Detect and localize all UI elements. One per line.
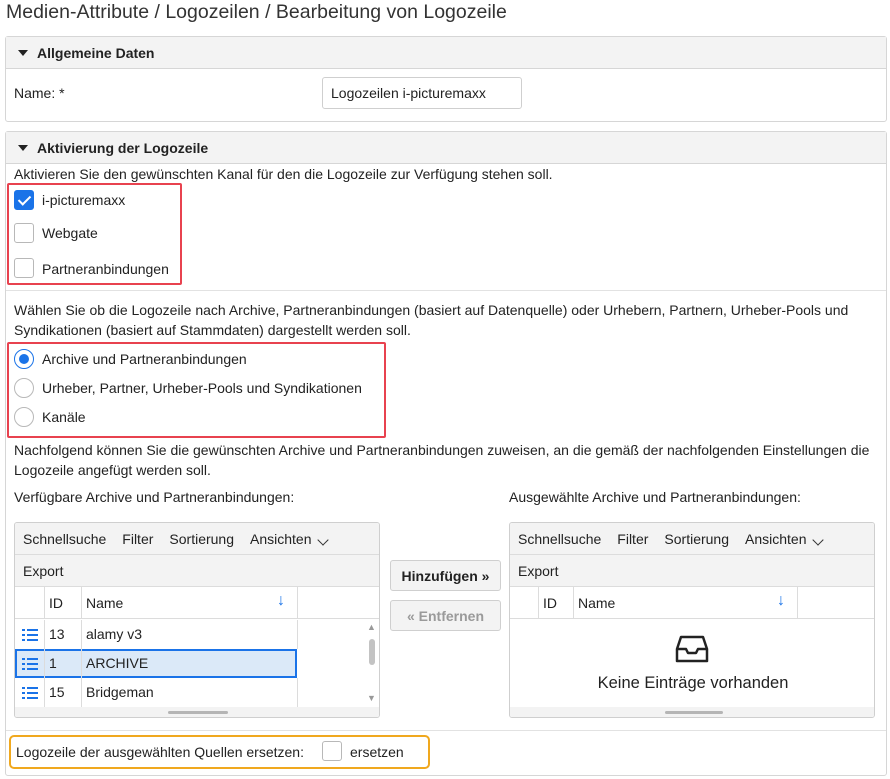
vertical-scrollbar[interactable]: ▲ ▼ bbox=[364, 620, 379, 707]
row-id: 13 bbox=[49, 626, 65, 642]
filter-button[interactable]: Filter bbox=[617, 531, 648, 547]
sort-arrow-down-icon[interactable]: ↓ bbox=[277, 592, 285, 610]
scrollbar-thumb[interactable] bbox=[369, 639, 375, 665]
list-icon bbox=[22, 629, 38, 641]
empty-state-text: Keine Einträge vorhanden bbox=[597, 674, 789, 692]
horizontal-scrollbar[interactable] bbox=[510, 707, 874, 717]
channel-label-partner: Partneranbindungen bbox=[42, 261, 169, 277]
mode-radio-channels[interactable] bbox=[14, 407, 34, 427]
selected-list-label: Ausgewählte Archive und Partneranbindung… bbox=[509, 489, 801, 505]
available-list-label: Verfügbare Archive und Partneranbindunge… bbox=[14, 489, 295, 505]
general-data-header[interactable]: Allgemeine Daten bbox=[6, 37, 886, 69]
mode-intro-line2: Syndikationen (basiert auf Stammdaten) d… bbox=[14, 322, 411, 338]
row-name: alamy v3 bbox=[86, 626, 143, 642]
selected-grid: Schnellsuche Filter Sortierung Ansichten… bbox=[509, 522, 875, 718]
quicksearch-button[interactable]: Schnellsuche bbox=[518, 531, 601, 547]
divider bbox=[6, 730, 886, 731]
assign-intro-line2: Logozeile angefügt werden soll. bbox=[14, 462, 211, 478]
activation-title: Aktivierung der Logozeile bbox=[37, 139, 209, 156]
replace-checkbox[interactable] bbox=[322, 741, 342, 761]
horizontal-scrollbar-thumb[interactable] bbox=[168, 711, 228, 714]
add-button[interactable]: Hinzufügen » bbox=[390, 560, 501, 591]
available-grid: Schnellsuche Filter Sortierung Ansichten… bbox=[14, 522, 380, 718]
mode-label-channels: Kanäle bbox=[42, 409, 86, 425]
row-id: 15 bbox=[49, 684, 65, 700]
selected-toolbar: Schnellsuche Filter Sortierung Ansichten bbox=[510, 523, 874, 555]
divider bbox=[6, 290, 886, 291]
caret-down-icon bbox=[18, 49, 28, 56]
replace-checkbox-label: ersetzen bbox=[350, 744, 404, 760]
available-grid-header: ID Name ↓ bbox=[15, 587, 379, 619]
row-name: Bridgeman bbox=[86, 684, 154, 700]
mode-radio-authors[interactable] bbox=[14, 378, 34, 398]
mode-label-authors: Urheber, Partner, Urheber-Pools und Synd… bbox=[42, 380, 362, 396]
column-header-name[interactable]: Name bbox=[86, 595, 123, 611]
general-data-panel: Allgemeine Daten Name: * Logozeilen i-pi… bbox=[5, 36, 887, 122]
table-row[interactable]: 13 alamy v3 bbox=[15, 620, 364, 649]
table-row-selected[interactable]: 1 ARCHIVE bbox=[15, 649, 364, 678]
row-id: 1 bbox=[49, 655, 57, 671]
channel-label-webgate: Webgate bbox=[42, 225, 98, 241]
activation-header[interactable]: Aktivierung der Logozeile bbox=[6, 132, 886, 164]
export-button[interactable]: Export bbox=[23, 563, 63, 579]
sort-button[interactable]: Sortierung bbox=[169, 531, 234, 547]
column-header-id[interactable]: ID bbox=[543, 595, 557, 611]
general-data-title: Allgemeine Daten bbox=[37, 44, 155, 61]
table-row[interactable]: 15 Bridgeman bbox=[15, 678, 364, 707]
selected-grid-header: ID Name ↓ bbox=[510, 587, 874, 619]
remove-button[interactable]: « Entfernen bbox=[390, 600, 501, 631]
column-header-id[interactable]: ID bbox=[49, 595, 63, 611]
channel-checkbox-webgate[interactable] bbox=[14, 223, 34, 243]
row-name: ARCHIVE bbox=[86, 655, 149, 671]
list-icon bbox=[22, 687, 38, 699]
channel-checkbox-partner[interactable] bbox=[14, 258, 34, 278]
quicksearch-button[interactable]: Schnellsuche bbox=[23, 531, 106, 547]
scroll-up-icon[interactable]: ▲ bbox=[367, 622, 376, 632]
chevron-down-icon bbox=[812, 533, 825, 546]
mode-label-archives: Archive und Partneranbindungen bbox=[42, 351, 247, 367]
name-label: Name: * bbox=[14, 85, 65, 101]
horizontal-scrollbar[interactable] bbox=[15, 707, 379, 717]
caret-down-icon bbox=[18, 144, 28, 151]
name-input[interactable]: Logozeilen i-picturemaxx bbox=[322, 77, 522, 109]
page-title: Medien-Attribute / Logozeilen / Bearbeit… bbox=[6, 1, 507, 23]
chevron-down-icon bbox=[317, 533, 330, 546]
scroll-down-icon[interactable]: ▼ bbox=[367, 693, 376, 703]
channel-intro-text: Aktivieren Sie den gewünschten Kanal für… bbox=[14, 166, 553, 182]
channel-label-ipicturemaxx: i-picturemaxx bbox=[42, 192, 126, 208]
views-button[interactable]: Ansichten bbox=[250, 531, 330, 547]
mode-radio-archives[interactable] bbox=[14, 349, 34, 369]
horizontal-scrollbar-thumb[interactable] bbox=[665, 711, 723, 714]
column-header-name[interactable]: Name bbox=[578, 595, 615, 611]
available-toolbar-2: Export bbox=[15, 555, 379, 587]
mode-intro-line1: Wählen Sie ob die Logozeile nach Archive… bbox=[14, 302, 849, 318]
replace-label: Logozeile der ausgewählten Quellen erset… bbox=[16, 744, 304, 760]
export-button[interactable]: Export bbox=[518, 563, 558, 579]
sort-arrow-down-icon[interactable]: ↓ bbox=[777, 592, 785, 610]
sort-button[interactable]: Sortierung bbox=[664, 531, 729, 547]
filter-button[interactable]: Filter bbox=[122, 531, 153, 547]
list-icon bbox=[22, 658, 38, 670]
empty-inbox-icon bbox=[675, 635, 709, 663]
channel-checkbox-ipicturemaxx[interactable] bbox=[14, 190, 34, 210]
views-button[interactable]: Ansichten bbox=[745, 531, 825, 547]
assign-intro-line1: Nachfolgend können Sie die gewünschten A… bbox=[14, 442, 870, 458]
selected-toolbar-2: Export bbox=[510, 555, 874, 587]
available-toolbar: Schnellsuche Filter Sortierung Ansichten bbox=[15, 523, 379, 555]
